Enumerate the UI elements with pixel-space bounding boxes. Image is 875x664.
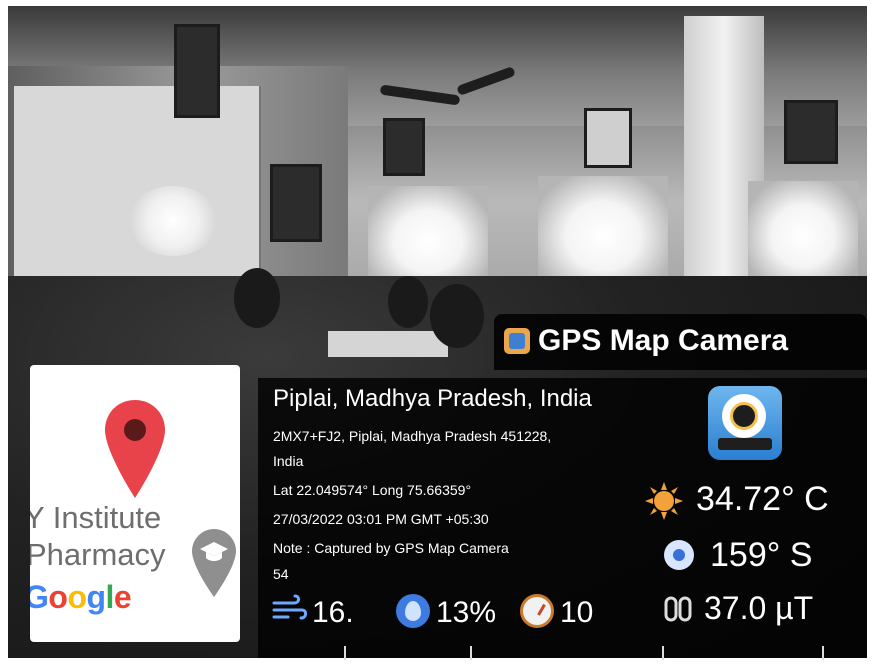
direction: 159° S — [710, 536, 813, 574]
compass-icon — [664, 540, 694, 570]
pressure-gauge-icon — [520, 594, 554, 628]
app-name: GPS Map Camera — [538, 324, 789, 357]
person — [388, 276, 428, 328]
map-thumbnail: Y Institute Pharmacy Google — [30, 365, 240, 642]
wind-speed: 16. — [312, 596, 354, 629]
board-reflection — [128, 186, 218, 256]
google-logo: Google — [30, 579, 132, 615]
window — [748, 181, 858, 291]
person — [430, 284, 484, 348]
person — [234, 268, 280, 328]
magnet-icon — [664, 596, 692, 622]
wall-frame — [270, 164, 322, 242]
gps-map-camera-logo-icon — [708, 386, 782, 460]
coordinates: Lat 22.049574° Long 75.66359° — [273, 482, 472, 498]
magnetic-field: 37.0 µT — [704, 590, 814, 626]
photo-stage: Y Institute Pharmacy Google GPS Map Came… — [0, 0, 875, 664]
wall-frame — [174, 24, 220, 118]
wall-frame — [784, 100, 838, 164]
timestamp: 27/03/2022 03:01 PM GMT +05:30 — [273, 511, 489, 527]
gps-map-camera-icon — [504, 328, 530, 354]
sun-icon — [645, 482, 683, 520]
pressure: 10 — [560, 596, 594, 629]
note: Note : Captured by GPS Map Camera — [273, 540, 509, 556]
app-tag: GPS Map Camera — [494, 314, 867, 370]
wind-icon — [272, 594, 308, 620]
humidity: 13% — [436, 596, 497, 629]
address-line: India — [273, 453, 304, 469]
place-name: Piplai, Madhya Pradesh, India — [273, 385, 592, 412]
desk — [328, 331, 448, 357]
location-pin-icon — [105, 400, 165, 498]
note: 54 — [273, 566, 289, 582]
wall-frame — [383, 118, 425, 176]
humidity-icon — [396, 594, 430, 628]
school-pin-icon — [192, 529, 236, 597]
temperature: 34.72° C — [696, 480, 829, 518]
address-line: 2MX7+FJ2, Piplai, Madhya Pradesh 451228, — [273, 428, 552, 444]
portrait-frame — [584, 108, 632, 168]
